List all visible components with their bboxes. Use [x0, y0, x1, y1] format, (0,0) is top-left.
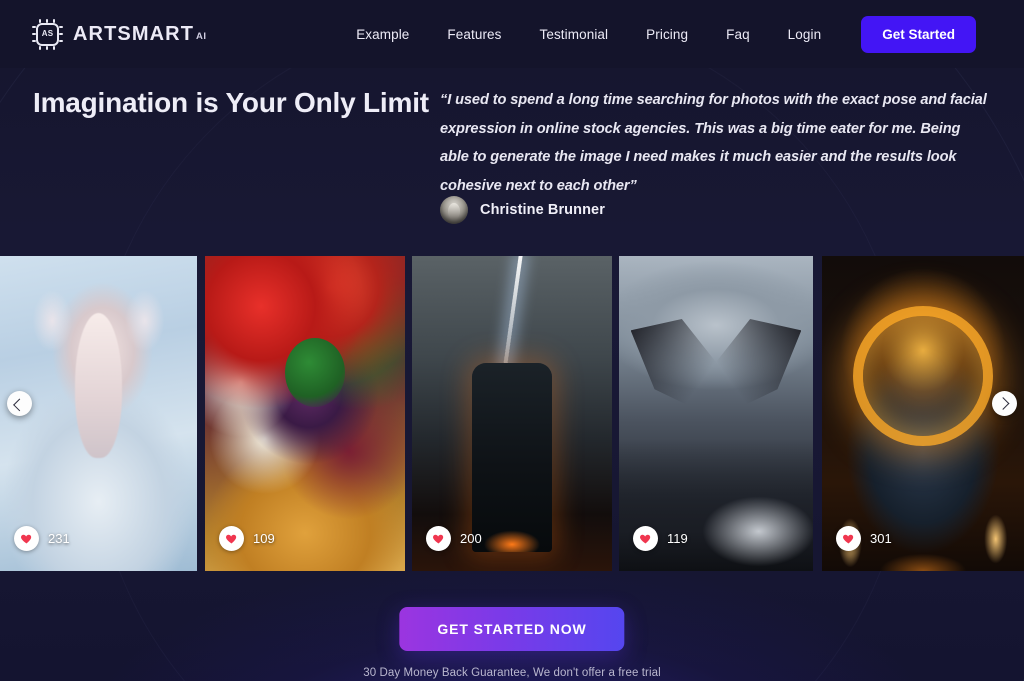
heart-icon	[14, 526, 39, 551]
footer-cta-section: GET STARTED NOW 30 Day Money Back Guaran…	[0, 571, 1024, 681]
heart-icon	[219, 526, 244, 551]
avatar	[440, 196, 468, 224]
heart-icon	[426, 526, 451, 551]
gallery-image	[822, 256, 1024, 571]
carousel-prev-button[interactable]	[7, 391, 32, 416]
gallery-card[interactable]: 119	[619, 256, 813, 571]
gallery-image	[0, 256, 197, 571]
author-name: Christine Brunner	[480, 202, 605, 218]
like-indicator[interactable]: 109	[219, 526, 275, 551]
nav-item-login[interactable]: Login	[769, 27, 841, 42]
like-count: 301	[870, 531, 892, 546]
chevron-left-icon	[13, 398, 26, 412]
nav-item-pricing[interactable]: Pricing	[627, 27, 707, 42]
get-started-button[interactable]: Get Started	[861, 15, 976, 53]
brand-logo[interactable]: AS ARTSMART AI	[32, 18, 207, 50]
primary-navigation: Example Features Testimonial Pricing Faq…	[337, 15, 976, 53]
logo-initials: AS	[41, 29, 54, 38]
testimonial-quote: “I used to spend a long time searching f…	[440, 92, 987, 194]
gallery-card[interactable]: 231	[0, 256, 197, 571]
brand-name: ARTSMART AI	[73, 22, 207, 45]
like-count: 231	[48, 531, 70, 546]
image-carousel: 231 109 200 119 301	[0, 256, 1024, 571]
like-count: 200	[460, 531, 482, 546]
nav-item-testimonial[interactable]: Testimonial	[521, 27, 628, 42]
nav-item-features[interactable]: Features	[428, 27, 520, 42]
guarantee-note: 30 Day Money Back Guarantee, We don't of…	[363, 667, 661, 679]
gallery-image	[205, 256, 405, 571]
nav-item-example[interactable]: Example	[337, 27, 428, 42]
like-indicator[interactable]: 301	[836, 526, 892, 551]
chip-as-icon: AS	[32, 18, 63, 50]
gallery-card[interactable]: 301	[822, 256, 1024, 571]
carousel-next-button[interactable]	[992, 391, 1017, 416]
like-indicator[interactable]: 231	[14, 526, 70, 551]
site-header: AS ARTSMART AI Example Features Testimoni…	[0, 0, 1024, 68]
testimonial-author: Christine Brunner	[440, 196, 605, 224]
hero-section: Imagination is Your Only Limit “I used t…	[0, 68, 1024, 255]
landing-page: AS ARTSMART AI Example Features Testimoni…	[0, 0, 1024, 681]
gallery-card[interactable]: 200	[412, 256, 612, 571]
like-indicator[interactable]: 200	[426, 526, 482, 551]
like-count: 119	[667, 531, 688, 546]
get-started-now-button[interactable]: GET STARTED NOW	[399, 607, 625, 651]
brand-suffix: AI	[196, 30, 207, 42]
gallery-image	[619, 256, 813, 571]
like-count: 109	[253, 531, 275, 546]
chevron-right-icon	[996, 397, 1010, 410]
heart-icon	[836, 526, 861, 551]
gallery-card[interactable]: 109	[205, 256, 405, 571]
heart-icon	[633, 526, 658, 551]
gallery-image	[412, 256, 612, 571]
like-indicator[interactable]: 119	[633, 526, 688, 551]
page-title: Imagination is Your Only Limit	[33, 87, 429, 118]
nav-item-faq[interactable]: Faq	[707, 27, 769, 42]
